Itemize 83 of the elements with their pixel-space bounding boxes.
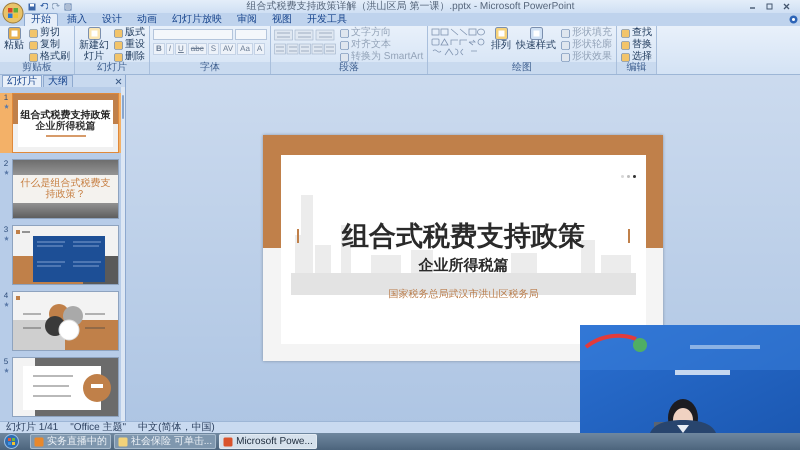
panel-tab[interactable]: 幻灯片: [2, 75, 42, 87]
font-format-button[interactable]: Aa: [237, 43, 253, 55]
taskbar-button[interactable]: Microsoft Powe...: [219, 434, 317, 449]
group-label: 幻灯片: [75, 62, 149, 74]
document-icon: [64, 2, 72, 10]
font-name-field[interactable]: [153, 29, 233, 40]
start-button[interactable]: [4, 434, 19, 449]
font-format-button[interactable]: abc: [188, 43, 207, 55]
ribbon-tab[interactable]: 设计: [96, 13, 128, 26]
thumbnail-subtitle: 企业所得税篇: [36, 121, 96, 132]
ribbon-button[interactable]: 删除: [113, 51, 146, 62]
panel-tab[interactable]: 大纲: [43, 75, 73, 87]
group-label: 绘图: [428, 62, 616, 74]
font-format-button[interactable]: U: [175, 43, 187, 55]
status-text: 幻灯片 1/41: [6, 422, 58, 432]
thumbnail-text-line: [46, 135, 86, 137]
app-icon: [118, 436, 128, 446]
slide-number: 3: [4, 226, 8, 234]
app-icon: [34, 436, 44, 446]
tool-icon: [8, 27, 20, 40]
undo-icon: [40, 2, 48, 10]
shapes-gallery-drawing: [431, 27, 488, 57]
font-format-button[interactable]: AV: [220, 43, 236, 55]
slide-number: 1: [4, 94, 8, 102]
ribbon-tab[interactable]: 插入: [61, 13, 93, 26]
star-icon: [4, 236, 8, 241]
accent-bar: [628, 229, 630, 243]
ribbon-tab[interactable]: 开发工具: [301, 13, 353, 26]
ribbon-button[interactable]: 格式刷: [28, 51, 71, 62]
ribbon-tab[interactable]: 视图: [266, 13, 298, 26]
slide-number: 2: [4, 160, 8, 168]
accent-bar: [297, 229, 299, 243]
thumbnail-title: 组合式税费支持政策: [20, 110, 110, 121]
scrollbar[interactable]: [121, 87, 125, 421]
group-label: 字体: [150, 62, 270, 74]
paragraph-tools-drawing: [274, 29, 336, 57]
tool-icon: [494, 27, 508, 40]
ribbon-large-button[interactable]: 排列: [490, 27, 512, 51]
group-label: 编辑: [617, 62, 656, 74]
font-format-button[interactable]: I: [166, 43, 174, 55]
font-format-button[interactable]: A: [254, 43, 266, 55]
ribbon-button[interactable]: 选择: [620, 51, 654, 62]
star-icon: [4, 302, 8, 307]
ribbon-large-button[interactable]: 快速样式: [515, 27, 558, 51]
slide-thumbnail[interactable]: 组合式税费支持政策 企业所得税篇: [12, 93, 119, 153]
star-icon: [4, 170, 8, 175]
ribbon-tab[interactable]: 审阅: [231, 13, 263, 26]
close-icon[interactable]: [783, 3, 790, 10]
ribbon-button[interactable]: 剪切: [28, 27, 71, 39]
tool-icon: [530, 27, 543, 40]
slide-number: 5: [4, 358, 8, 366]
ribbon-button[interactable]: 查找: [620, 27, 654, 39]
save-icon: [28, 2, 36, 10]
thumbnail-title: 什么是组合式税费支持政策？: [20, 178, 112, 200]
slide-number: 4: [4, 292, 8, 300]
font-format-button[interactable]: S: [208, 43, 220, 55]
tool-icon: [88, 27, 100, 40]
close-icon: [115, 78, 122, 85]
help-icon[interactable]: [789, 15, 798, 24]
slide-subtitle: 企业所得税篇: [418, 257, 508, 275]
star-icon: [4, 368, 8, 373]
ribbon-button[interactable]: 复制: [28, 39, 71, 51]
ribbon-tab[interactable]: 开始: [24, 13, 58, 26]
maximize-icon[interactable]: [766, 3, 773, 10]
font-size-field[interactable]: [235, 29, 267, 40]
ribbon-button[interactable]: 重设: [113, 39, 146, 51]
star-icon: [4, 104, 8, 109]
ribbon-tab[interactable]: 动画: [131, 13, 163, 26]
status-text: 中文(简体，中国): [138, 422, 215, 432]
organization-text: 国家税务总局武汉市洪山区税务局: [388, 289, 538, 301]
group-label: 剪贴板: [0, 62, 74, 74]
ribbon-button[interactable]: 版式: [113, 27, 146, 39]
font-format-button[interactable]: B: [153, 43, 165, 55]
ribbon-large-button[interactable]: 粘贴: [3, 27, 25, 51]
window-title: 组合式税费支持政策详解（洪山区局 第一课）.pptx - Microsoft PowerPoint: [246, 2, 576, 12]
redo-icon: [52, 2, 60, 10]
ribbon-tab[interactable]: 幻灯片放映: [166, 13, 228, 26]
ribbon-button[interactable]: 替换: [620, 39, 654, 51]
ribbon-large-button[interactable]: 新建幻灯片: [78, 27, 110, 62]
app-icon: [223, 436, 234, 446]
group-label: 段落: [271, 62, 428, 74]
status-text: "Office 主题": [70, 422, 126, 432]
slide-title: 组合式税费支持政策: [342, 220, 585, 252]
